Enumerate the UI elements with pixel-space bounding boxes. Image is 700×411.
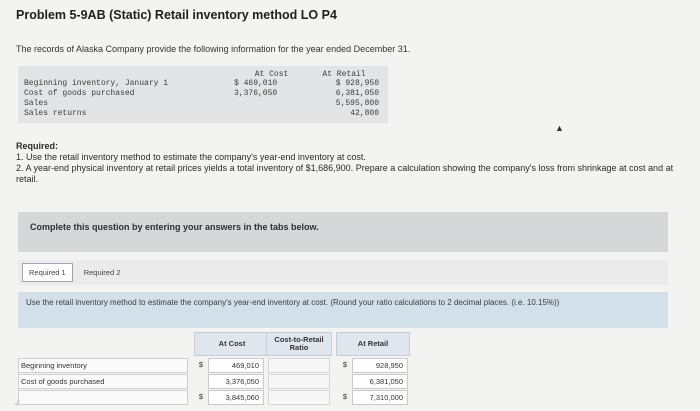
required-item-2: 2. A year-end physical inventory at reta…	[16, 163, 674, 184]
given-data-header: At Cost At Retail	[24, 70, 382, 79]
instruction-box: Use the retail inventory method to estim…	[18, 292, 668, 328]
page-title: Problem 5-9AB (Static) Retail inventory …	[16, 8, 337, 22]
row-cost	[234, 109, 309, 119]
calc-row-label[interactable]: Cost of goods purchased	[18, 374, 188, 389]
table-row: Beginning inventory, January 1 $ 469,010…	[24, 79, 382, 89]
mouse-cursor-icon: ▲	[555, 123, 564, 133]
cost-dollar-sign: $	[198, 360, 204, 369]
row-cost	[234, 99, 309, 109]
calculation-table: At Cost Cost-to-Retail Ratio At Retail B…	[18, 332, 410, 411]
cost-dollar-sign: $	[198, 392, 204, 401]
row-retail: 6,381,050	[335, 89, 379, 98]
required-item-1: 1. Use the retail inventory method to es…	[16, 152, 366, 162]
table-row: Sales returns 42,800	[24, 109, 382, 119]
calc-col-at-cost: At Cost	[194, 332, 270, 356]
intro-text: The records of Alaska Company provide th…	[16, 44, 411, 54]
calc-row-label[interactable]: Beginning inventory	[18, 358, 188, 373]
calc-retail-input[interactable]: 6,381,050	[352, 374, 408, 389]
row-retail: $ 928,950	[335, 79, 379, 88]
col-at-cost: At Cost	[254, 70, 289, 79]
calc-cost-input[interactable]: 3,376,050	[208, 374, 264, 389]
calc-retail-input[interactable]: 928,950	[352, 358, 408, 373]
tab-bar: Required 1 Required 2	[18, 260, 668, 285]
table-row: Cost of goods purchased 3,376,050 6,381,…	[24, 89, 382, 99]
retail-dollar-sign: $	[342, 392, 348, 401]
col-at-retail: At Retail	[322, 70, 366, 79]
complete-prompt-bar: Complete this question by entering your …	[18, 212, 668, 252]
calc-col-ratio: Cost-to-Retail Ratio	[266, 332, 332, 356]
row-label: Sales	[24, 99, 49, 108]
table-row: Sales 5,595,800	[24, 99, 382, 109]
calc-cost-input[interactable]: 469,010	[208, 358, 264, 373]
calc-ratio-input[interactable]	[268, 358, 330, 373]
tab-required-1[interactable]: Required 1	[22, 263, 73, 282]
instruction-text: Use the retail inventory method to estim…	[26, 298, 560, 307]
row-retail: 5,595,800	[335, 99, 379, 108]
calc-retail-input[interactable]: 7,310,000	[352, 390, 408, 405]
given-data-table: At Cost At Retail Beginning inventory, J…	[18, 66, 388, 123]
calc-ratio-input[interactable]	[268, 374, 330, 389]
calc-col-at-retail: At Retail	[336, 332, 410, 356]
required-section: Required: 1. Use the retail inventory me…	[16, 141, 686, 185]
checkmark-icon: ✓	[14, 398, 22, 408]
retail-dollar-sign	[340, 374, 350, 389]
calc-cost-input[interactable]: 3,845,060	[208, 390, 264, 405]
required-heading: Required:	[16, 141, 59, 151]
row-label: Beginning inventory, January 1	[24, 79, 169, 88]
cost-dollar-sign	[196, 374, 206, 389]
row-retail: 42,800	[350, 109, 379, 118]
row-label: Sales returns	[24, 109, 87, 118]
calc-ratio-input[interactable]	[268, 390, 330, 405]
row-cost: $ 469,010	[234, 79, 278, 88]
row-label: Cost of goods purchased	[24, 89, 135, 98]
complete-prompt-text: Complete this question by entering your …	[30, 222, 319, 232]
tab-required-2[interactable]: Required 2	[77, 263, 128, 282]
retail-dollar-sign: $	[342, 360, 348, 369]
row-cost: 3,376,050	[234, 89, 278, 98]
